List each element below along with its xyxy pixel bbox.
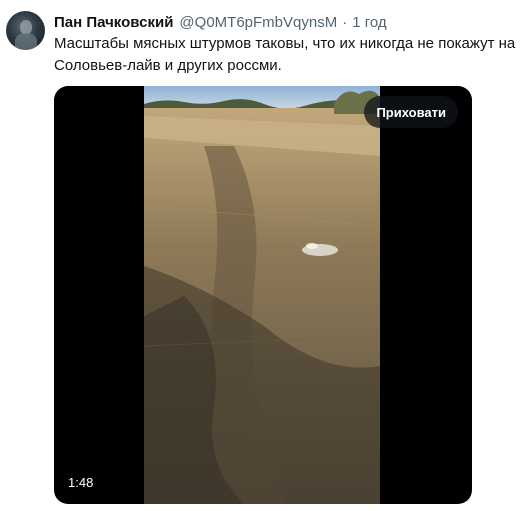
avatar-figure-body (15, 33, 37, 50)
hide-media-button[interactable]: Приховати (364, 96, 458, 128)
author-display-name[interactable]: Пан Пачковский (54, 14, 173, 31)
tweet-timestamp[interactable]: 1 год (352, 14, 386, 31)
video-duration: 1:48 (68, 475, 94, 490)
separator-dot: · (342, 13, 348, 31)
author-handle[interactable]: @Q0MT6pFmbVqynsM (179, 14, 337, 31)
tweet-text: Масштабы мясных штурмов таковы, что их н… (54, 35, 516, 74)
video-player[interactable]: Приховати 1:48 (54, 86, 472, 504)
video-thumbnail (144, 86, 380, 504)
tweet-header: Пан Пачковский @Q0MT6pFmbVqynsM · 1 год (54, 11, 387, 33)
video-frame[interactable] (144, 86, 380, 504)
avatar-figure-head (20, 20, 32, 34)
avatar[interactable] (6, 11, 45, 50)
tweet: Пан Пачковский @Q0MT6pFmbVqynsM · 1 год … (0, 0, 524, 511)
